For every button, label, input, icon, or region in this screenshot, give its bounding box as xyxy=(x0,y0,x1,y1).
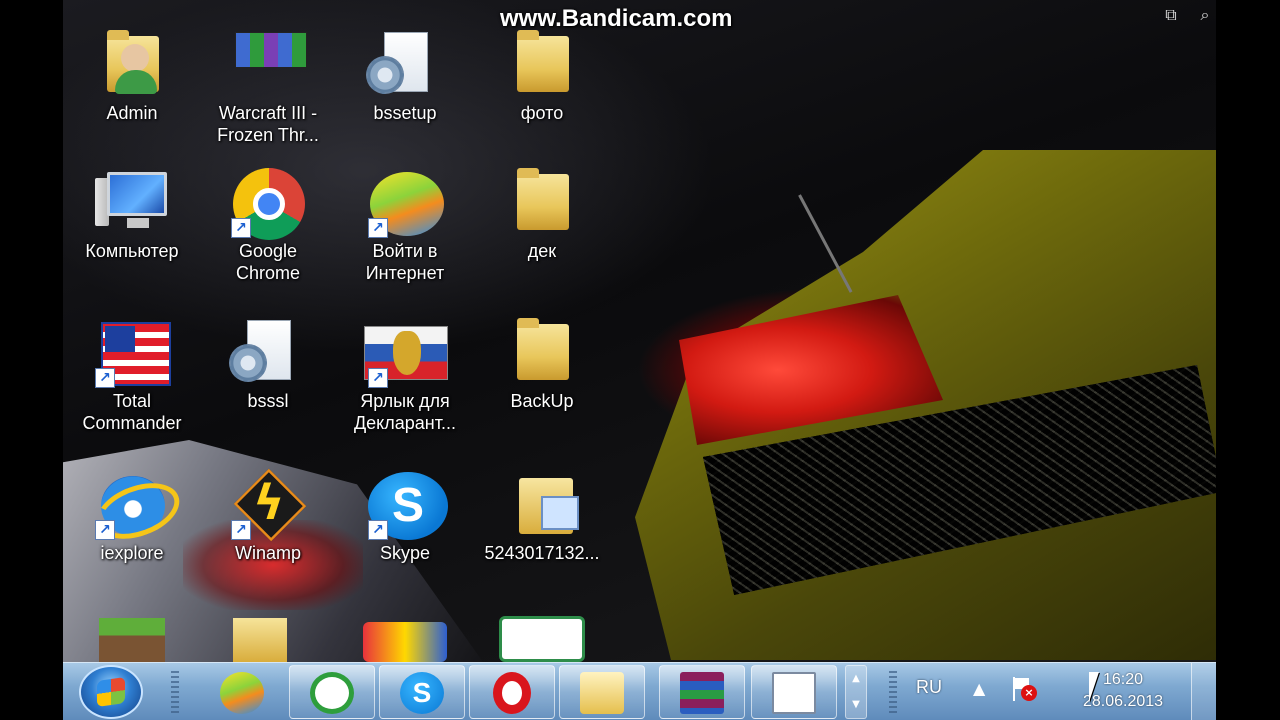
archive-books-icon xyxy=(235,32,307,68)
language-indicator[interactable]: RU xyxy=(916,677,942,698)
show-desktop-button[interactable] xyxy=(1191,663,1216,720)
bandicam-watermark: www.Bandicam.com xyxy=(500,5,733,32)
taskbar-item-notepad[interactable] xyxy=(751,665,837,719)
taskbar-item-mail-agent[interactable] xyxy=(289,665,375,719)
skype-icon: S xyxy=(400,672,444,714)
taskbar-item-explorer[interactable] xyxy=(559,665,645,719)
desktop-icon-iexplore[interactable]: ↗ iexplore xyxy=(63,470,201,564)
mouse-cursor-icon xyxy=(1089,672,1099,702)
clock-time: 16:20 xyxy=(1102,671,1144,688)
notepad-window-icon xyxy=(772,672,816,714)
desktop-icon-label: bsssl xyxy=(247,391,289,411)
desktop-icon-label: Google Chrome xyxy=(235,241,301,283)
winrar-icon xyxy=(680,672,724,714)
file-stack-icon xyxy=(519,478,579,534)
shortcut-arrow-icon: ↗ xyxy=(368,368,388,388)
minecraft-block-icon[interactable] xyxy=(99,618,165,662)
desktop-icon-bsssl[interactable]: bsssl xyxy=(199,318,337,412)
folder-icon xyxy=(517,168,569,230)
gear-icon xyxy=(229,344,267,382)
desktop-icon-label: Ярлык для Декларант... xyxy=(353,391,456,433)
desktop-icon-label: bssetup xyxy=(373,103,437,123)
shortcut-arrow-icon: ↗ xyxy=(368,520,388,540)
desktop-icon-label: фото xyxy=(520,103,564,123)
desktop-icon-label: 5243017132... xyxy=(484,543,600,563)
desktop-icon-label: Winamp xyxy=(234,543,301,563)
taskbar-grip[interactable] xyxy=(889,671,897,713)
desktop-icon-bssetup[interactable]: bssetup xyxy=(336,30,474,124)
system-clock[interactable]: 16:20 28.06.2013 xyxy=(1063,669,1183,713)
error-x-icon: × xyxy=(1021,685,1037,701)
desktop-icon-label: BackUp xyxy=(510,391,574,411)
desktop-icon-total-commander[interactable]: ↗ Total Commander xyxy=(63,318,201,434)
mail-agent-icon xyxy=(310,672,354,714)
desktop-icon-label: дек xyxy=(527,241,557,261)
desktop-icon-computer[interactable]: Компьютер xyxy=(63,168,201,262)
desktop-icon-label: Admin xyxy=(106,103,158,123)
letterbox-right xyxy=(1216,0,1280,720)
desktop-icon-label: Войти в Интернет xyxy=(365,241,445,283)
desktop-icon-label: Компьютер xyxy=(85,241,179,261)
clock-date: 28.06.2013 xyxy=(1082,693,1164,710)
restore-window-icon[interactable]: ⧉ xyxy=(1160,5,1182,25)
desktop-icon-label: Warcraft III - Frozen Thr... xyxy=(217,103,319,145)
shortcut-arrow-icon: ↗ xyxy=(95,520,115,540)
folder-icon[interactable] xyxy=(233,618,287,662)
lightning-icon: ϟ xyxy=(253,475,285,531)
desktop-icon-label: Total Commander xyxy=(82,391,182,433)
taskbar-item-winrar[interactable] xyxy=(659,665,745,719)
shortcut-arrow-icon: ↗ xyxy=(231,520,251,540)
folder-icon xyxy=(517,30,569,92)
colorful-app-icon[interactable] xyxy=(363,622,447,662)
taskbar-item-internet[interactable] xyxy=(199,665,285,719)
taskbar-item-skype[interactable]: S xyxy=(379,665,465,719)
taskbar-item-opera[interactable] xyxy=(469,665,555,719)
windows-logo-icon xyxy=(97,677,125,707)
desktop-icon-admin[interactable]: Admin xyxy=(63,30,201,124)
shortcut-arrow-icon: ↗ xyxy=(368,218,388,238)
folder-icon xyxy=(517,318,569,380)
search-icon[interactable]: ⌕ xyxy=(1194,5,1216,25)
desktop-icon-internet-login[interactable]: ↗ Войти в Интернет xyxy=(336,168,474,284)
shortcut-arrow-icon: ↗ xyxy=(95,368,115,388)
internet-swirl-icon xyxy=(220,672,264,714)
computer-stand xyxy=(127,218,149,228)
desktop-icon-skype[interactable]: S ↗ Skype xyxy=(336,470,474,564)
desktop-icon-google-chrome[interactable]: ↗ Google Chrome xyxy=(199,168,337,284)
start-button[interactable] xyxy=(79,665,143,719)
desktop-icon-winamp[interactable]: ϟ ↗ Winamp xyxy=(199,468,337,564)
desktop-icon-foto[interactable]: фото xyxy=(473,30,611,124)
letterbox-left xyxy=(0,0,63,720)
desktop-icon-deklarant[interactable]: ↗ Ярлык для Декларант... xyxy=(336,318,474,434)
desktop-icon-label: iexplore xyxy=(100,543,164,563)
desktop[interactable]: Admin Warcraft III - Frozen Thr... bsset… xyxy=(63,0,1216,662)
document-app-icon[interactable] xyxy=(499,616,585,662)
user-head xyxy=(121,44,149,72)
computer-icon xyxy=(107,172,167,216)
taskbar-scroll-buttons[interactable]: ▲ ▼ xyxy=(845,665,867,719)
taskbar-grip[interactable] xyxy=(171,671,179,713)
gear-icon xyxy=(366,56,404,94)
opera-icon xyxy=(493,672,531,714)
action-center-flag-icon[interactable]: × xyxy=(1011,677,1037,701)
show-hidden-icons-icon[interactable]: ▲ xyxy=(973,679,985,698)
desktop-icon-backup[interactable]: BackUp xyxy=(473,318,611,412)
desktop-icon-dek[interactable]: дек xyxy=(473,168,611,262)
desktop-icon-warcraft[interactable]: Warcraft III - Frozen Thr... xyxy=(199,30,337,146)
taskbar: S ▲ ▼ RU ▲ × 16:20 28.06.2013 xyxy=(63,662,1216,720)
desktop-icon-archive-file[interactable]: 5243017132... xyxy=(473,470,611,564)
explorer-folder-icon xyxy=(580,672,624,714)
desktop-icon-label: Skype xyxy=(379,543,431,563)
shortcut-arrow-icon: ↗ xyxy=(231,218,251,238)
